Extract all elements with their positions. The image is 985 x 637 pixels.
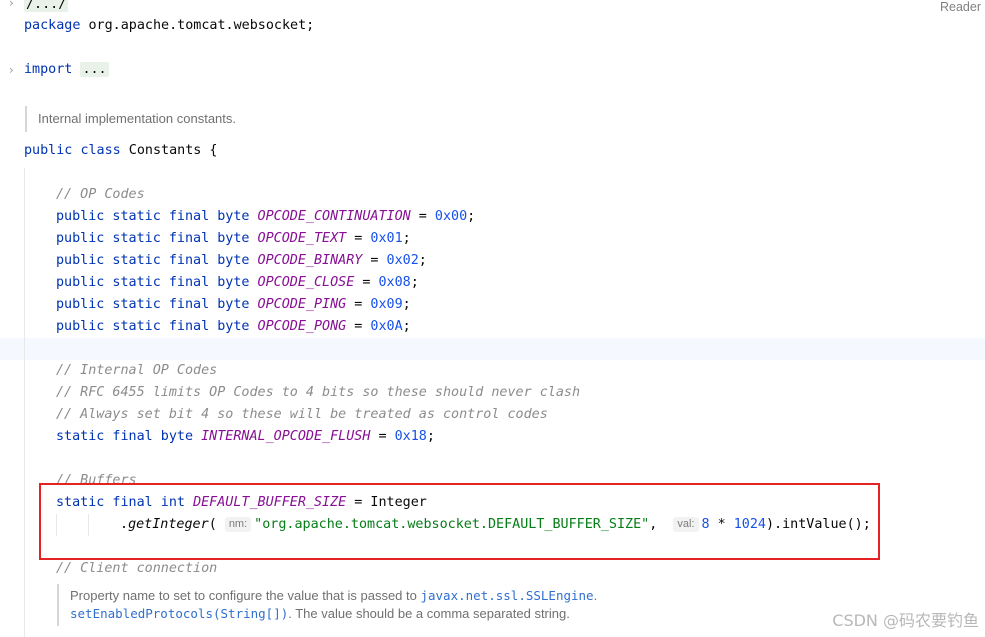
code-editor[interactable]: Reader › /.../ package org.apache.tomcat… — [0, 0, 985, 637]
fold-chevron-icon[interactable]: › — [9, 0, 21, 9]
comment-op-codes: // OP Codes — [56, 187, 145, 202]
constant-line: public static final byte OPCODE_PONG = 0… — [56, 319, 411, 334]
constant-line: public static final byte OPCODE_CLOSE = … — [56, 275, 419, 290]
indent-guide — [24, 168, 25, 637]
constant-line: static final byte INTERNAL_OPCODE_FLUSH … — [56, 429, 435, 444]
comment-control-codes: // Always set bit 4 so these will be tre… — [56, 407, 548, 422]
doc-comment-bar — [25, 106, 27, 132]
folded-header-comment[interactable]: /.../ — [24, 0, 69, 16]
comment-internal-op-codes: // Internal OP Codes — [56, 363, 218, 378]
doc-comment-bar — [57, 584, 59, 626]
reader-mode-button[interactable]: Reader — [940, 0, 981, 14]
constant-line: public static final byte OPCODE_CONTINUA… — [56, 209, 476, 224]
watermark: CSDN @码农要钓鱼 — [832, 611, 979, 630]
doc-link-sslengine[interactable]: javax.net.ssl.SSLEngine — [420, 588, 593, 603]
constant-line: public static final byte OPCODE_BINARY =… — [56, 253, 427, 268]
class-declaration: public class Constants { — [24, 143, 218, 158]
current-line-highlight — [0, 338, 985, 360]
highlight-box — [39, 483, 880, 560]
package-line: package org.apache.tomcat.websocket; — [24, 18, 315, 33]
comment-client-connection: // Client connection — [56, 561, 218, 576]
comment-rfc: // RFC 6455 limits OP Codes to 4 bits so… — [56, 385, 581, 400]
client-doc-comment: Property name to set to configure the va… — [70, 588, 598, 621]
fold-chevron-icon[interactable]: › — [9, 64, 21, 76]
constant-line: public static final byte OPCODE_TEXT = 0… — [56, 231, 411, 246]
class-doc-comment: Internal implementation constants. — [38, 111, 236, 126]
import-line[interactable]: import ... — [24, 59, 109, 81]
constant-line: public static final byte OPCODE_PING = 0… — [56, 297, 411, 312]
doc-link-setenabledprotocols[interactable]: setEnabledProtocols(String[]) — [70, 606, 288, 621]
